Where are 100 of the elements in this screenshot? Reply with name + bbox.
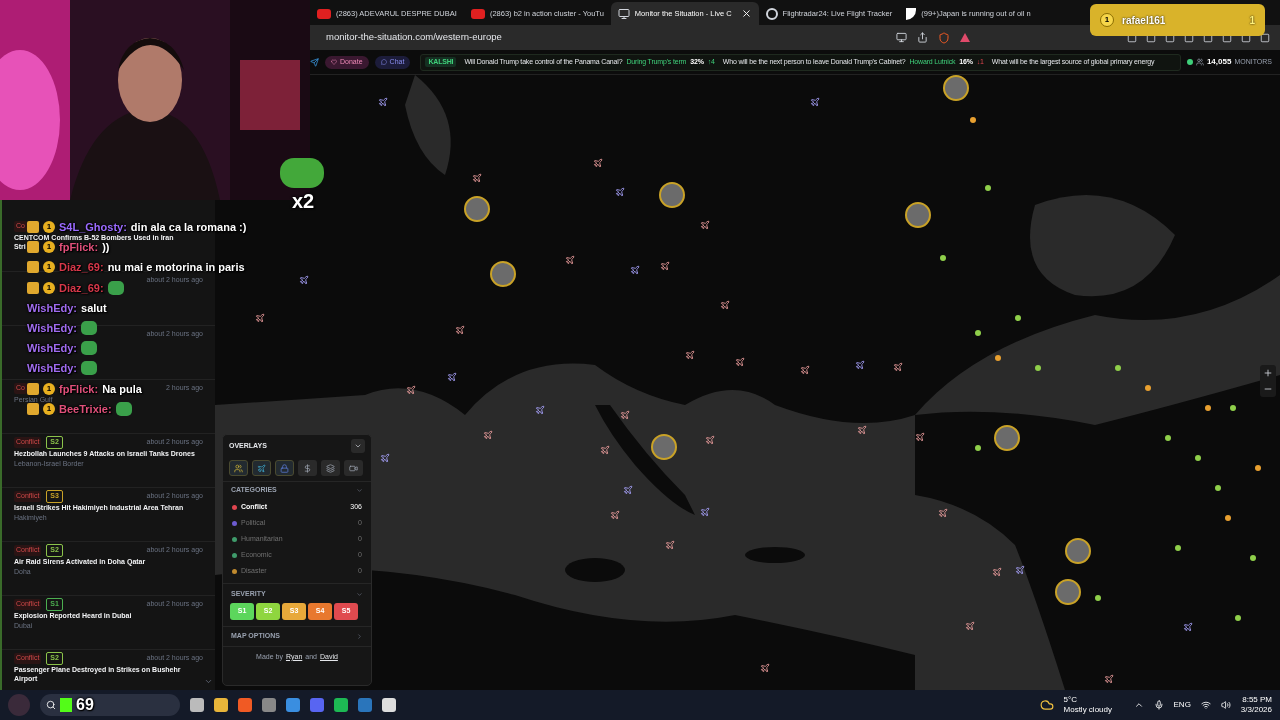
plane-icon[interactable] (299, 275, 309, 285)
volume-icon[interactable] (1220, 700, 1231, 710)
overlay-toggle[interactable] (298, 460, 317, 476)
monitor-icon (617, 7, 630, 20)
video-logo-icon (317, 8, 331, 19)
plane-icon[interactable] (623, 485, 633, 495)
plane-icon[interactable] (760, 663, 770, 673)
overlay-toggle[interactable] (252, 460, 271, 476)
plane-icon[interactable] (600, 445, 610, 455)
clock-date: 3/3/2026 (1240, 705, 1272, 715)
overlay-toggle[interactable] (275, 460, 294, 476)
users-icon (1195, 58, 1204, 66)
overlay-toggle[interactable] (321, 460, 340, 476)
plane-icon[interactable] (630, 265, 640, 275)
weather-text: Mostly cloudy (1063, 705, 1113, 715)
plane-icon[interactable] (406, 385, 416, 395)
clock-time: 8:55 PM (1242, 695, 1272, 705)
plane-icon[interactable] (1183, 622, 1193, 632)
plane-icon[interactable] (455, 325, 465, 335)
people-icon (234, 463, 243, 473)
plane-icon[interactable] (665, 540, 675, 550)
chevron-up-icon[interactable] (1133, 700, 1144, 710)
points-count: 1 (1249, 13, 1255, 28)
network-icon[interactable] (1200, 700, 1211, 710)
toolbar-icon[interactable] (1260, 32, 1270, 43)
plane-icon[interactable] (720, 300, 730, 310)
chat-username: WishEdy: (27, 301, 77, 314)
chat-username: Diaz_69: (59, 261, 104, 274)
plane-icon[interactable] (1104, 674, 1114, 684)
chat-username: Diaz_69: (59, 281, 104, 294)
plane-icon[interactable] (700, 507, 710, 517)
plane-icon[interactable] (255, 313, 265, 323)
chat-bubble-icon (380, 59, 387, 65)
chat-username: WishEdy: (27, 342, 77, 355)
share-icon[interactable] (917, 32, 928, 43)
plane-icon[interactable] (855, 360, 865, 370)
chevron-down-icon (354, 442, 362, 450)
crown-icon (27, 241, 39, 254)
plane-icon[interactable] (800, 365, 810, 375)
layers-icon (326, 463, 335, 473)
plane-icon[interactable] (447, 372, 457, 382)
chat-message: nu mai e motorina in paris (107, 261, 245, 274)
search-field[interactable]: 69 (40, 694, 180, 716)
overlay-toggle[interactable] (344, 460, 363, 476)
plane-icon[interactable] (378, 97, 388, 107)
plane-icon[interactable] (893, 362, 903, 372)
username: rafael161 (1122, 13, 1166, 28)
plane-icon[interactable] (593, 158, 603, 168)
plane-icon[interactable] (535, 405, 545, 415)
plane-icon[interactable] (472, 173, 482, 183)
plane-icon[interactable] (1015, 565, 1025, 575)
chat-username: S4L_Ghosty: (59, 221, 127, 234)
chat-message: din ala ca la romana :) (130, 221, 247, 234)
plane-icon[interactable] (615, 187, 625, 197)
plane-icon[interactable] (610, 510, 620, 520)
emote-icon (81, 361, 97, 376)
monitors-count: 14,055 (1206, 56, 1232, 68)
plane-icon[interactable] (380, 453, 390, 463)
emote-icon (81, 341, 97, 356)
plane-icon[interactable] (660, 261, 670, 271)
plane-icon[interactable] (915, 432, 925, 442)
crown-icon (27, 261, 39, 274)
plane-icon[interactable] (685, 350, 695, 360)
plane-icon[interactable] (992, 567, 1002, 577)
plane-icon[interactable] (735, 357, 745, 367)
chat-username: fpFlick: (59, 241, 99, 254)
zoom-in-icon[interactable] (1263, 368, 1273, 378)
camera-icon (349, 463, 358, 473)
crown-icon (27, 221, 39, 234)
ring-icon (765, 7, 778, 20)
chat-message: )) (102, 241, 110, 254)
plane-icon[interactable] (700, 220, 710, 230)
heart-icon (331, 59, 337, 65)
chat-message: Na pula (102, 382, 142, 395)
language-label[interactable]: ENG (1173, 699, 1191, 711)
chat-message: salut (81, 301, 107, 314)
send-icon[interactable] (310, 57, 319, 67)
plane-icon[interactable] (810, 97, 820, 107)
chat-username: WishEdy: (27, 362, 77, 375)
dollar-icon (303, 463, 312, 473)
level-badge: 1 (1100, 13, 1114, 27)
cast-icon[interactable] (896, 32, 907, 43)
viewer-count: 69 (76, 695, 94, 715)
plane-icon[interactable] (620, 410, 630, 420)
plane-icon[interactable] (705, 435, 715, 445)
plane-icon[interactable] (938, 508, 948, 518)
plane-icon[interactable] (857, 425, 867, 435)
lock-icon (280, 463, 289, 473)
temperature: 5°C (1063, 695, 1078, 705)
close-icon[interactable] (740, 8, 752, 19)
plane-icon[interactable] (565, 255, 575, 265)
overlay-toggle[interactable] (229, 460, 248, 476)
plane-icon[interactable] (483, 430, 493, 440)
video-logo-icon (470, 8, 485, 19)
emote-icon (81, 321, 97, 336)
search-icon (46, 700, 56, 710)
weather-icon[interactable] (1039, 698, 1054, 712)
shield-icon[interactable] (938, 31, 950, 44)
plane-icon[interactable] (965, 621, 975, 631)
microphone-icon[interactable] (1153, 700, 1164, 710)
